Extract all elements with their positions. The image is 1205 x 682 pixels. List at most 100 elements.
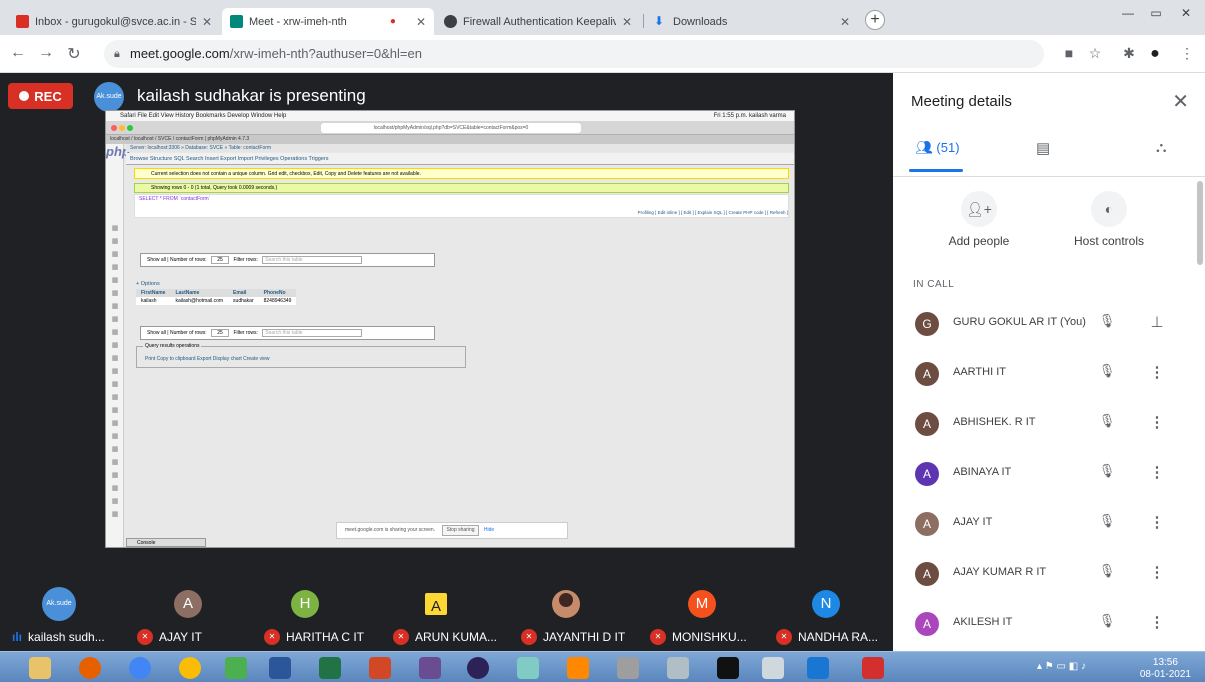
clock[interactable]: 13:56 08-01-2021 <box>1140 657 1191 681</box>
excel-icon[interactable] <box>312 655 348 681</box>
powerpoint-icon[interactable] <box>362 655 398 681</box>
participant-row[interactable]: A AKILESH IT 🎙︎ ⋮ <box>893 602 1193 652</box>
mic-off-icon: ✕ <box>137 629 153 645</box>
meet-stage: REC Ak.sude kailash sudhakar is presenti… <box>0 73 893 651</box>
app-icon[interactable] <box>610 655 646 681</box>
participant-row[interactable]: G GURU GOKUL AR IT (You) 🎙︎ ⊥ <box>893 302 1193 352</box>
participant-row[interactable]: A ABHISHEK. R IT 🎙︎ ⋮ <box>893 402 1193 452</box>
cmd-icon[interactable] <box>710 655 746 681</box>
participant-row[interactable]: A AARTHI IT 🎙︎ ⋮ <box>893 352 1193 402</box>
mic-off-icon: ✕ <box>393 629 409 645</box>
eclipse-icon[interactable] <box>460 655 496 681</box>
more-options-icon[interactable]: ⋮ <box>1149 513 1165 531</box>
browser-toolbar: ← → ↻ 🔒︎ meet.google.com/xrw-imeh-nth?au… <box>0 35 1205 73</box>
participant-tile[interactable]: ✕ JAYANTHI D IT <box>515 577 625 649</box>
participant-tile[interactable]: A ✕ ARUN KUMA... <box>387 577 497 649</box>
more-options-icon[interactable]: ⋮ <box>1149 613 1165 631</box>
db-icon: ▦ <box>111 225 119 232</box>
zoom-dot-icon <box>127 125 133 131</box>
participant-tile[interactable]: A ✕ AJAY IT <box>137 577 237 649</box>
avatar: A <box>174 590 202 618</box>
more-options-icon[interactable]: ⋮ <box>1149 463 1165 481</box>
tab-downloads[interactable]: ⬇ Downloads ✕ <box>646 8 858 35</box>
tray-icons[interactable]: ▴ ⚑ ▭ ◧ ♪ <box>1037 661 1086 672</box>
mic-off-icon[interactable]: 🎙︎ <box>1098 313 1116 329</box>
close-icon[interactable]: ✕ <box>840 15 850 29</box>
close-icon[interactable]: ✕ <box>416 15 426 29</box>
mic-off-icon[interactable]: 🎙︎ <box>1098 513 1116 529</box>
mic-off-icon[interactable]: 🎙︎ <box>1098 363 1116 379</box>
participant-tile[interactable]: M ✕ MONISHKU... <box>648 577 748 649</box>
participant-name: AJAY KUMAR R IT <box>953 566 1047 578</box>
filter-label: Filter rows: <box>233 330 258 336</box>
participant-tile[interactable]: Ak.sude ılı kailash sudh... <box>8 577 108 649</box>
mic-off-icon[interactable]: 🎙︎ <box>1098 413 1116 429</box>
calculator-icon[interactable] <box>755 655 791 681</box>
participant-row[interactable]: A AJAY IT 🎙︎ ⋮ <box>893 502 1193 552</box>
pma-navigation-top: Show all | Number of rows: 25 Filter row… <box>140 253 435 267</box>
acrobat-icon[interactable] <box>855 655 891 681</box>
tab-meet[interactable]: Meet - xrw-imeh-nth ● ✕ <box>222 8 434 35</box>
tab-inbox[interactable]: Inbox - gurugokul@svce.ac.in - S ✕ <box>8 8 220 35</box>
pma-notice: Current selection does not contain a uni… <box>134 168 789 179</box>
add-people-button[interactable]: 👤︎+ Add people <box>914 191 1044 248</box>
profile-icon[interactable]: ● <box>1146 45 1164 63</box>
tab-title: Inbox - gurugokul@svce.ac.in - S <box>35 15 196 28</box>
mic-off-icon[interactable]: 🎙︎ <box>1098 563 1116 579</box>
avatar: A <box>915 562 939 586</box>
notepad-icon[interactable] <box>510 655 546 681</box>
close-icon[interactable]: ✕ <box>622 15 632 29</box>
app-icon[interactable] <box>800 655 836 681</box>
close-icon[interactable]: ✕ <box>202 15 212 29</box>
participant-tile[interactable]: N ✕ NANDHA RA... <box>776 577 879 649</box>
tab-activities[interactable]: ⛬ <box>1156 139 1167 175</box>
camera-icon[interactable]: ■ <box>1060 45 1078 61</box>
vlc-icon[interactable] <box>560 655 596 681</box>
chrome-icon[interactable] <box>122 655 158 681</box>
participant-tile[interactable]: H ✕ HARITHA C IT <box>256 577 364 649</box>
db-icon: ▦ <box>111 290 119 297</box>
db-icon: ▦ <box>111 511 119 518</box>
time: 13:56 <box>1152 657 1178 668</box>
tab-firewall[interactable]: Firewall Authentication Keepalive ✕ <box>436 8 640 35</box>
tab-people[interactable]: 👥︎ (51) <box>909 139 975 175</box>
db-icon: ▦ <box>111 264 119 271</box>
participant-row[interactable]: A AJAY KUMAR R IT 🎙︎ ⋮ <box>893 552 1193 602</box>
maximize-button[interactable]: ▭ <box>1140 6 1172 26</box>
pin-icon[interactable]: ⊥ <box>1149 313 1165 331</box>
filter-label: Filter rows: <box>233 257 258 263</box>
participant-row[interactable]: A ABINAYA IT 🎙︎ ⋮ <box>893 452 1193 502</box>
more-options-icon[interactable]: ⋮ <box>1149 563 1165 581</box>
reload-button[interactable]: ↻ <box>64 44 84 64</box>
close-window-button[interactable]: ✕ <box>1170 6 1202 26</box>
tab-chat[interactable]: ▤ <box>1036 139 1050 175</box>
scrollbar[interactable] <box>1197 181 1203 265</box>
firefox-icon[interactable] <box>72 655 108 681</box>
db-icon: ▦ <box>111 394 119 401</box>
tab-title: Meet - xrw-imeh-nth <box>249 15 347 28</box>
mic-off-icon[interactable]: 🎙︎ <box>1098 613 1116 629</box>
close-panel-button[interactable]: ✕ <box>1172 89 1189 114</box>
extensions-icon[interactable]: ✱ <box>1120 45 1138 62</box>
mic-off-icon[interactable]: 🎙︎ <box>1098 463 1116 479</box>
address-bar[interactable]: 🔒︎ meet.google.com/xrw-imeh-nth?authuser… <box>104 40 1044 68</box>
forward-button[interactable]: → <box>36 44 56 62</box>
app-icon[interactable] <box>218 655 254 681</box>
word-icon[interactable] <box>262 655 298 681</box>
app-icon[interactable] <box>660 655 696 681</box>
host-controls-label: Host controls <box>1073 234 1145 248</box>
menu-dots-icon[interactable]: ⋮ <box>1178 45 1196 62</box>
file-explorer-icon[interactable] <box>22 655 58 681</box>
more-options-icon[interactable]: ⋮ <box>1149 413 1165 431</box>
back-button[interactable]: ← <box>8 44 28 62</box>
bookmark-star-icon[interactable]: ☆ <box>1086 45 1104 62</box>
more-options-icon[interactable]: ⋮ <box>1149 363 1165 381</box>
devcpp-icon[interactable] <box>412 655 448 681</box>
db-icon: ▦ <box>111 381 119 388</box>
new-tab-button[interactable]: + <box>865 10 885 30</box>
pma-navigation-bottom: Show all | Number of rows: 25 Filter row… <box>140 326 435 340</box>
participant-name: NANDHA RA... <box>798 630 879 644</box>
chrome-alt-icon[interactable] <box>172 655 208 681</box>
column-header: PhoneNo <box>258 289 297 297</box>
host-controls-button[interactable]: ◐ Host controls <box>1044 191 1174 248</box>
